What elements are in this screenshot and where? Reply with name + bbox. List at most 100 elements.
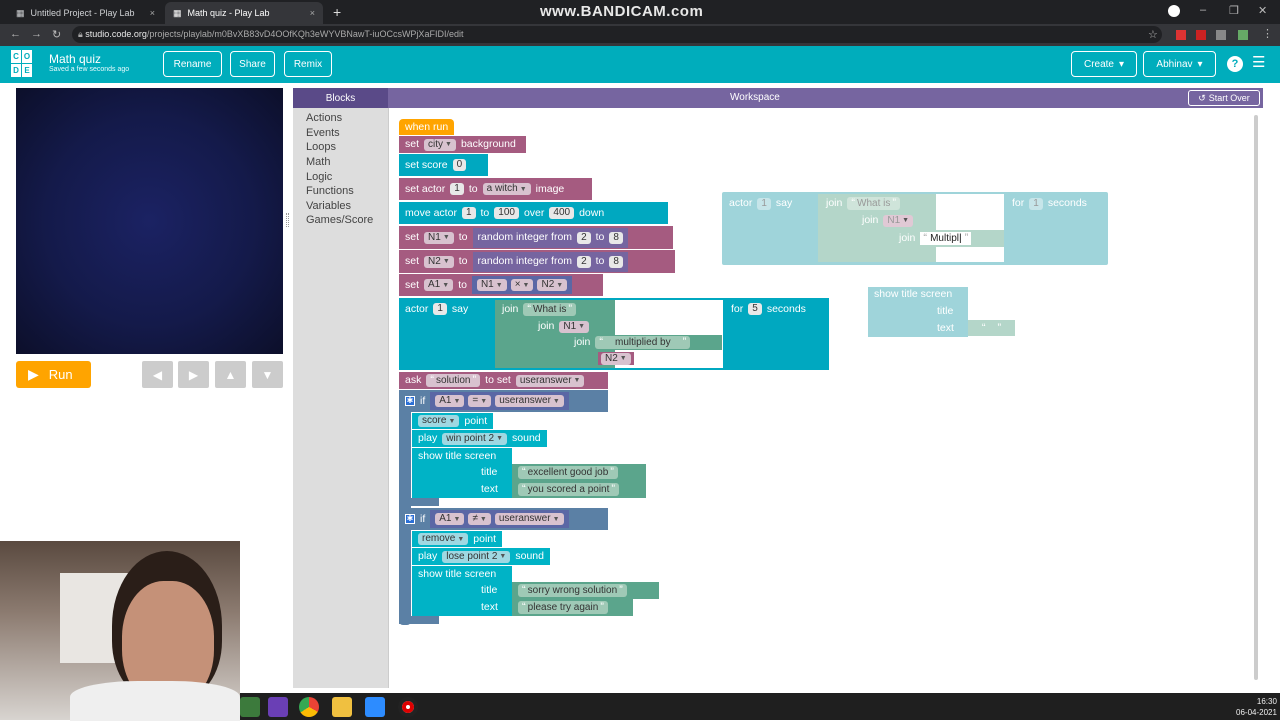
variable-dropdown[interactable]: A1 ▼ [435,395,465,407]
move-actor-block[interactable]: move actor 1 to 100 over 400 down [399,202,668,224]
min-input[interactable]: 2 [577,231,591,244]
score-point-block[interactable]: score ▼ point [412,413,494,429]
hamburger-menu-icon[interactable]: ☰ [1252,55,1268,70]
record-icon[interactable] [398,697,418,717]
score-action-dropdown[interactable]: remove ▼ [418,533,469,545]
category-math[interactable]: Math [306,156,330,168]
file-explorer-icon[interactable] [332,697,352,717]
nested-join-block[interactable]: join “ Multipl| ” [893,230,1004,247]
multiply-block[interactable]: N1 ▼ × ▼ N2 ▼ [471,276,573,294]
text-literal[interactable]: “you scored a point” [518,483,620,496]
variable-dropdown[interactable]: N2 ▼ [424,255,454,268]
set-background-block[interactable]: set city ▼ background [399,136,526,153]
score-action-dropdown[interactable]: score ▼ [418,415,460,427]
actor-number-input[interactable]: 1 [450,183,464,195]
variable-dropdown[interactable]: N1 ▼ [424,231,454,244]
zoom-icon[interactable] [365,697,385,717]
category-events[interactable]: Events [306,127,340,139]
set-n2-block[interactable]: set N2 ▼ to random integer from 2 to 8 [399,250,675,273]
arrow-down-button[interactable]: ▼ [252,361,283,388]
reload-icon[interactable]: ↻ [52,28,61,41]
text-literal[interactable]: “What is” [523,303,577,316]
variable-dropdown[interactable]: N2 ▼ [537,279,568,291]
time-input[interactable]: 400 [549,207,575,219]
rename-button[interactable]: Rename [163,51,222,77]
category-functions[interactable]: Functions [306,185,354,197]
max-input[interactable]: 8 [609,231,623,244]
set-n1-block[interactable]: set N1 ▼ to random integer from 2 to 8 [399,226,673,249]
variable-dropdown[interactable]: useranswer ▼ [494,513,564,525]
gear-icon[interactable]: ✱ [405,396,415,406]
when-run-block[interactable]: when run [399,119,455,135]
chrome-icon[interactable] [299,697,319,717]
ask-block[interactable]: ask “solution” to set useranswer ▼ [399,372,608,389]
close-tab-icon[interactable]: × [310,8,315,18]
actor-image-dropdown[interactable]: a witch ▼ [482,183,531,195]
variable-dropdown[interactable]: useranswer ▼ [515,374,585,387]
actor-number-input[interactable]: 1 [757,197,771,210]
max-input[interactable]: 8 [609,255,623,268]
body-text-block[interactable]: “you scored a point” [512,481,646,498]
text-literal[interactable]: “What is” [847,197,901,210]
puzzle-icon[interactable] [1216,30,1226,40]
seconds-input[interactable]: 1 [1029,197,1043,210]
create-menu-button[interactable]: Create ▾ [1071,51,1137,77]
if-equal-block[interactable]: ✱ if A1 ▼ = ▼ useranswer ▼ [399,390,608,412]
close-window-icon[interactable]: ✕ [1258,4,1267,17]
title-text-block[interactable]: “excellent good job” [512,464,646,481]
play-sound-block[interactable]: play win point 2 ▼ sound [412,430,547,447]
code-org-logo[interactable]: C O D E [11,50,41,77]
text-literal[interactable]: “solution” [426,374,481,387]
actor-number-input[interactable]: 1 [461,207,476,219]
body-text-block[interactable]: “please try again” [512,599,633,616]
compare-block[interactable]: A1 ▼ = ▼ useranswer ▼ [430,392,569,410]
maximize-icon[interactable]: ❐ [1229,4,1239,17]
seconds-input[interactable]: 5 [748,303,762,315]
star-icon[interactable]: ☆ [1148,28,1158,41]
arrow-right-button[interactable]: ▶ [178,361,209,388]
pdf-extension-icon[interactable] [1196,30,1206,40]
gear-icon[interactable]: ✱ [405,514,415,524]
share-button[interactable]: Share [230,51,275,77]
operator-dropdown[interactable]: × ▼ [510,279,534,291]
menu-dots-icon[interactable]: ⋮ [1262,27,1273,40]
sound-dropdown[interactable]: lose point 2 ▼ [442,550,511,563]
minimize-icon[interactable]: – [1200,4,1206,16]
variable-dropdown[interactable]: A1 ▼ [435,513,465,525]
random-integer-block[interactable]: random integer from 2 to 8 [472,251,628,272]
operator-dropdown[interactable]: = ▼ [468,395,492,407]
run-button[interactable]: ▶ Run [16,361,91,388]
text-literal[interactable]: “please try again” [518,601,608,614]
sound-dropdown[interactable]: win point 2 ▼ [442,432,508,445]
set-actor-block[interactable]: set actor 1 to a witch ▼ image [399,178,592,200]
background-dropdown[interactable]: city ▼ [424,138,456,151]
user-menu-button[interactable]: Abhinav ▾ [1143,51,1216,77]
distance-input[interactable]: 100 [494,207,519,219]
variable-dropdown[interactable]: useranswer ▼ [495,395,564,407]
back-icon[interactable]: ← [10,28,21,40]
help-icon[interactable]: ? [1227,56,1243,72]
category-logic[interactable]: Logic [306,171,332,183]
variable-dropdown[interactable]: N1 ▼ [476,279,507,291]
text-edit-field[interactable]: “ Multipl| ” [920,232,972,245]
text-literal[interactable]: “sorry wrong solution” [518,584,627,597]
variable-block[interactable]: N2 ▼ [598,352,634,365]
score-value-input[interactable]: 0 [452,159,467,171]
url-field[interactable]: 🔒︎ studio.code.org/projects/playlab/m0Bv… [72,26,1162,43]
remix-button[interactable]: Remix [284,51,332,77]
category-variables[interactable]: Variables [306,200,351,212]
title-text-block[interactable]: “sorry wrong solution” [512,582,659,599]
category-games-score[interactable]: Games/Score [306,214,373,226]
tab-untitled-project[interactable]: ▦ Untitled Project - Play Lab × [8,2,163,24]
forward-icon[interactable]: → [31,28,42,40]
empty-text-block[interactable]: “” [968,320,1015,336]
text-literal[interactable]: “excellent good job” [518,466,618,479]
start-over-button[interactable]: ↺ Start Over [1188,90,1260,106]
min-input[interactable]: 2 [577,255,591,268]
game-stage[interactable] [16,88,283,354]
compare-block[interactable]: A1 ▼ ≠ ▼ useranswer ▼ [430,510,569,528]
score-point-block[interactable]: remove ▼ point [412,531,503,547]
profile-icon[interactable] [1168,5,1180,17]
arrow-left-button[interactable]: ◀ [142,361,173,388]
variable-dropdown[interactable]: A1 ▼ [424,279,454,291]
